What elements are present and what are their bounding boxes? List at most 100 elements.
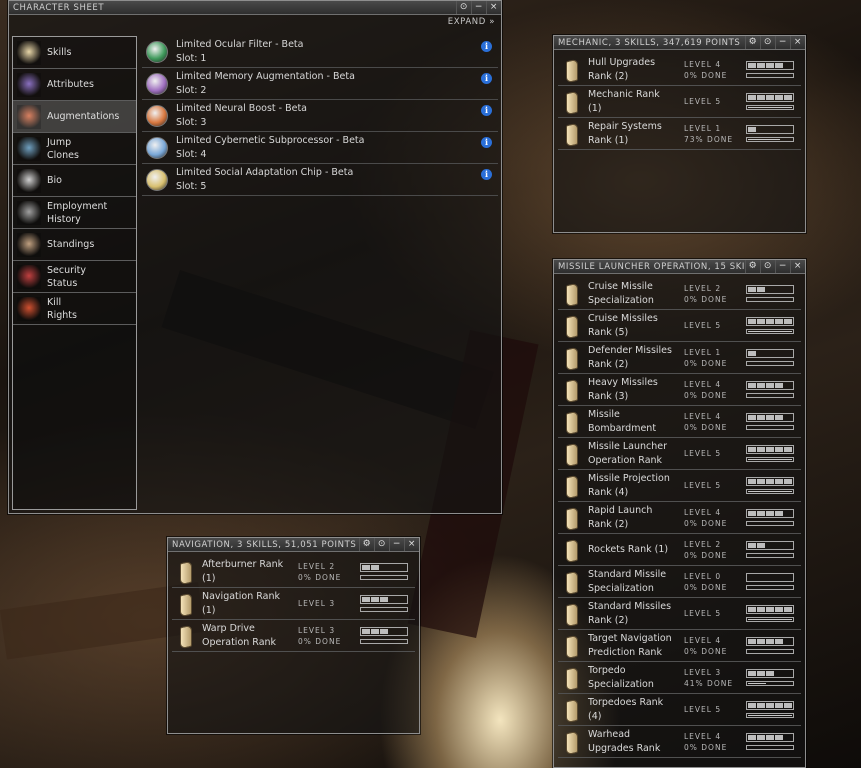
- navigation-titlebar[interactable]: NAVIGATION, 3 SKILLS, 51,051 POINTS ⚙ ⊙ …: [168, 538, 419, 552]
- augmentation-row[interactable]: Limited Cybernetic Subprocessor - Beta Sl…: [142, 132, 498, 164]
- level-box: [775, 63, 783, 68]
- info-icon[interactable]: i: [481, 105, 492, 116]
- skill-name: Missile Bombardment: [588, 408, 657, 434]
- skill-row[interactable]: Standard Missiles Rank (2) LEVEL 5: [558, 598, 801, 630]
- skill-row[interactable]: Rapid Launch Rank (2) LEVEL 4 0% DONE: [558, 502, 801, 534]
- skill-progress-bar: [746, 457, 794, 462]
- skill-row[interactable]: Warp Drive Operation Rank LEVEL 3 0% DONE: [172, 620, 415, 652]
- pin-icon[interactable]: ⚙: [745, 260, 760, 273]
- level-box: [775, 671, 783, 676]
- info-icon[interactable]: i: [481, 41, 492, 52]
- skill-row[interactable]: Rockets Rank (1) LEVEL 2 0% DONE: [558, 534, 801, 566]
- skill-row[interactable]: Mechanic Rank (1) LEVEL 5: [558, 86, 801, 118]
- sidebar-item-label: Kill Rights: [47, 296, 77, 321]
- level-box: [748, 639, 756, 644]
- info-icon[interactable]: i: [481, 137, 492, 148]
- info-icon[interactable]: i: [481, 169, 492, 180]
- missile-titlebar[interactable]: MISSILE LAUNCHER OPERATION, 15 SKILLS ⚙ …: [554, 260, 805, 274]
- augmentation-row[interactable]: Limited Social Adaptation Chip - Beta Slo…: [142, 164, 498, 196]
- settings-icon[interactable]: ⊙: [760, 260, 775, 273]
- skill-row[interactable]: Missile Launcher Operation Rank LEVEL 5: [558, 438, 801, 470]
- missile-skills-window: MISSILE LAUNCHER OPERATION, 15 SKILLS ⚙ …: [553, 259, 806, 768]
- skill-row[interactable]: Target Navigation Prediction Rank LEVEL 4…: [558, 630, 801, 662]
- info-icon[interactable]: i: [481, 73, 492, 84]
- skill-progress-bar: [746, 137, 794, 142]
- augmentation-row[interactable]: Limited Ocular Filter - Beta Slot: 1 i: [142, 36, 498, 68]
- mechanic-titlebar[interactable]: MECHANIC, 3 SKILLS, 347,619 POINTS ⚙ ⊙ −…: [554, 36, 805, 50]
- minimize-icon[interactable]: −: [471, 1, 486, 14]
- sidebar-item-standings[interactable]: Standings: [13, 229, 136, 261]
- settings-icon[interactable]: ⊙: [760, 36, 775, 49]
- pin-icon[interactable]: ⚙: [745, 36, 760, 49]
- level-box: [748, 319, 756, 324]
- skill-row[interactable]: Defender Missiles Rank (2) LEVEL 1 0% DONE: [558, 342, 801, 374]
- level-box: [784, 511, 792, 516]
- skill-name: Navigation Rank (1): [202, 590, 280, 616]
- skill-progress-fill: [748, 619, 792, 620]
- sidebar-item-security-status[interactable]: Security Status: [13, 261, 136, 293]
- skill-row[interactable]: Torpedoes Rank (4) LEVEL 5: [558, 694, 801, 726]
- level-box: [398, 629, 406, 634]
- minimize-icon[interactable]: −: [389, 538, 404, 551]
- augmentation-list: Limited Ocular Filter - Beta Slot: 1 i Limi…: [142, 36, 498, 196]
- sidebar-item-jump-clones[interactable]: Jump Clones: [13, 133, 136, 165]
- level-box: [371, 565, 379, 570]
- settings-icon[interactable]: ⊙: [456, 1, 471, 14]
- augmentation-row[interactable]: Limited Memory Augmentation - Beta Slot: …: [142, 68, 498, 100]
- sidebar-item-employment-history[interactable]: Employment History: [13, 197, 136, 229]
- skill-name: Repair Systems Rank (1): [588, 120, 662, 146]
- skill-row[interactable]: Missile Bombardment LEVEL 4 0% DONE: [558, 406, 801, 438]
- level-box: [757, 447, 765, 452]
- level-box: [784, 63, 792, 68]
- level-box: [748, 511, 756, 516]
- skill-row[interactable]: Repair Systems Rank (1) LEVEL 1 73% DONE: [558, 118, 801, 150]
- skillbook-icon: [564, 635, 578, 657]
- close-icon[interactable]: ×: [486, 1, 501, 14]
- skill-level: LEVEL 1: [684, 123, 722, 133]
- level-box: [766, 735, 774, 740]
- sidebar-item-skills[interactable]: Skills: [13, 37, 136, 69]
- close-icon[interactable]: ×: [790, 36, 805, 49]
- level-box: [757, 479, 765, 484]
- skill-progress-bar: [746, 617, 794, 622]
- settings-icon[interactable]: ⊙: [374, 538, 389, 551]
- augmentation-row[interactable]: Limited Neural Boost - Beta Slot: 3 i: [142, 100, 498, 132]
- skill-progress-bar: [746, 105, 794, 110]
- level-box: [748, 415, 756, 420]
- skill-row[interactable]: Cruise Missiles Rank (5) LEVEL 5: [558, 310, 801, 342]
- sidebar-item-attributes[interactable]: Attributes: [13, 69, 136, 101]
- skill-progress-bar: [746, 521, 794, 526]
- expand-button[interactable]: EXPAND »: [9, 15, 501, 29]
- skill-name: Target Navigation Prediction Rank: [588, 632, 672, 658]
- skill-row[interactable]: Hull Upgrades Rank (2) LEVEL 4 0% DONE: [558, 54, 801, 86]
- close-icon[interactable]: ×: [404, 538, 419, 551]
- skill-name: Standard Missiles Rank (2): [588, 600, 672, 626]
- skill-row[interactable]: Torpedo Specialization LEVEL 3 41% DONE: [558, 662, 801, 694]
- sidebar-item-kill-rights[interactable]: Kill Rights: [13, 293, 136, 325]
- security-status-icon: [17, 264, 41, 289]
- sidebar-item-bio[interactable]: Bio: [13, 165, 136, 197]
- skill-level: LEVEL 4: [684, 411, 722, 421]
- level-box: [362, 565, 370, 570]
- skill-level: LEVEL 2: [684, 539, 722, 549]
- skill-row[interactable]: Navigation Rank (1) LEVEL 3: [172, 588, 415, 620]
- skill-row[interactable]: Warhead Upgrades Rank LEVEL 4 0% DONE: [558, 726, 801, 758]
- implant-icon: [146, 168, 168, 191]
- minimize-icon[interactable]: −: [775, 260, 790, 273]
- minimize-icon[interactable]: −: [775, 36, 790, 49]
- close-icon[interactable]: ×: [790, 260, 805, 273]
- skill-row[interactable]: Afterburner Rank (1) LEVEL 2 0% DONE: [172, 556, 415, 588]
- skill-progress-bar: [746, 489, 794, 494]
- level-box: [766, 671, 774, 676]
- skill-row[interactable]: Cruise Missile Specialization LEVEL 2 0% D…: [558, 278, 801, 310]
- pin-icon[interactable]: ⚙: [359, 538, 374, 551]
- character-sheet-titlebar[interactable]: CHARACTER SHEET ⊙ − ×: [9, 1, 501, 15]
- skill-row[interactable]: Standard Missile Specialization LEVEL 0 0%…: [558, 566, 801, 598]
- skill-progress-bar: [746, 73, 794, 78]
- skill-name: Standard Missile Specialization: [588, 568, 667, 594]
- sidebar-item-augmentations[interactable]: Augmentations: [13, 101, 136, 133]
- skill-row[interactable]: Heavy Missiles Rank (3) LEVEL 4 0% DONE: [558, 374, 801, 406]
- skill-row[interactable]: Missile Projection Rank (4) LEVEL 5: [558, 470, 801, 502]
- skill-level-indicator: [746, 573, 794, 582]
- skill-name: Warp Drive Operation Rank: [202, 622, 277, 648]
